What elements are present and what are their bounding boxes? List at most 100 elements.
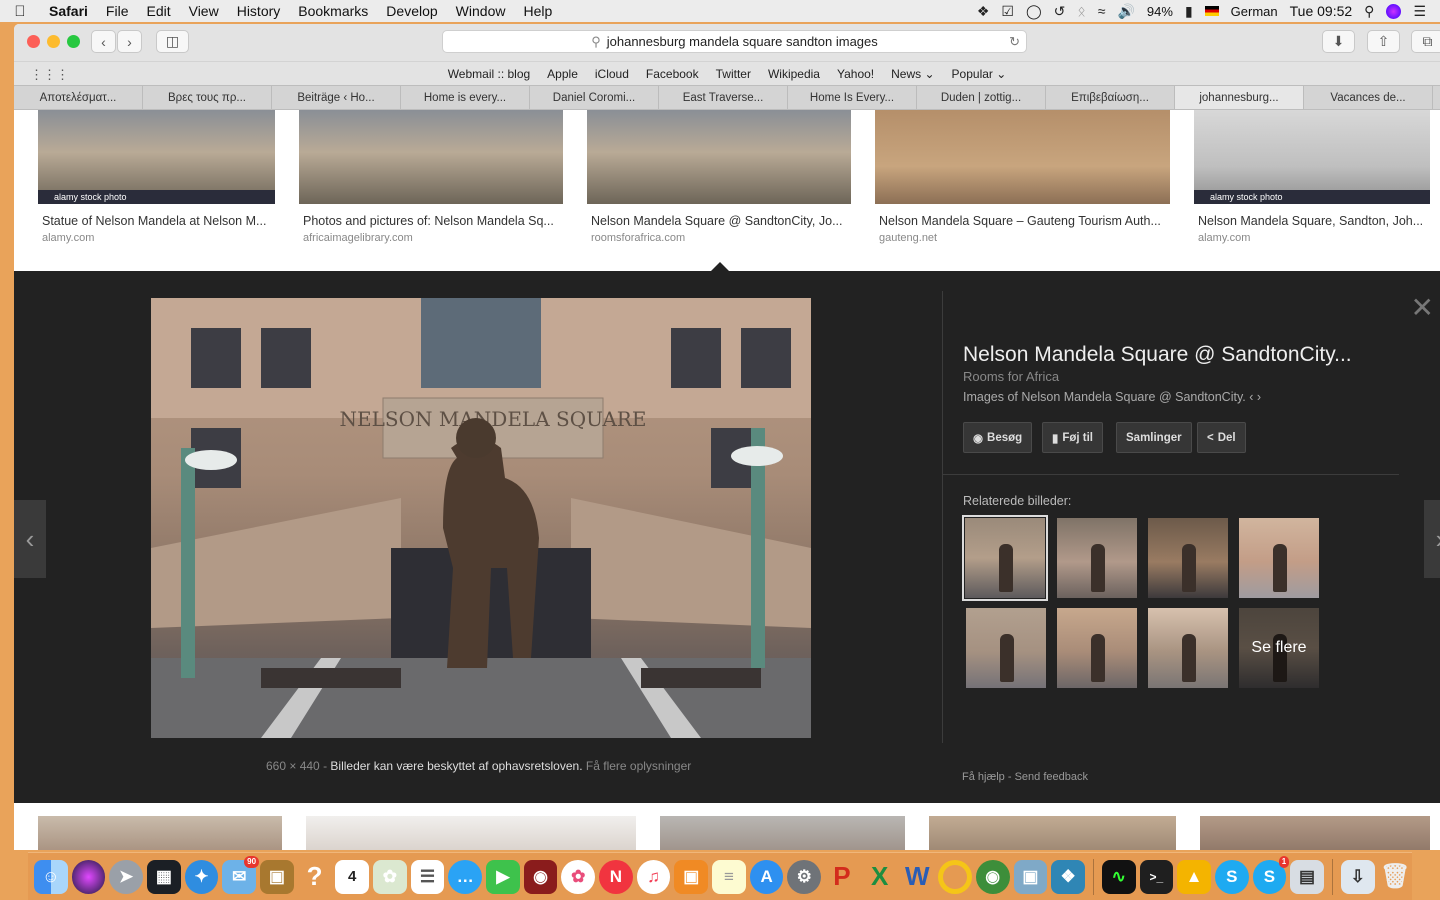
messages-icon[interactable]: … <box>448 859 483 894</box>
related-image-thumbnail[interactable] <box>966 608 1046 688</box>
favorite-twitter[interactable]: Twitter <box>716 67 751 81</box>
zoom-window-icon[interactable] <box>67 35 80 48</box>
collections-button[interactable]: Samlinger <box>1116 422 1192 453</box>
trash-icon[interactable]: 🗑 <box>1379 860 1413 894</box>
back-button[interactable]: ‹ <box>91 30 116 53</box>
detail-site-name[interactable]: Rooms for Africa <box>963 369 1059 384</box>
photos-preview-icon[interactable]: ✿ <box>373 859 407 894</box>
previous-image-button[interactable]: ‹ <box>14 500 46 578</box>
safari-dock-icon[interactable]: ✦ <box>184 859 219 894</box>
siri-icon[interactable] <box>1386 3 1402 19</box>
spotlight-search-icon[interactable]: ⚲ <box>1364 3 1374 20</box>
main-preview-image[interactable]: NELSON MANDELA SQUARE <box>151 298 811 738</box>
result-caption[interactable]: Statue of Nelson Mandela at Nelson M... <box>42 214 266 228</box>
result-caption[interactable]: Nelson Mandela Square – Gauteng Tourism … <box>879 214 1161 228</box>
tab-3[interactable]: Beiträge ‹ Ho... <box>272 86 401 109</box>
sidebar-toggle-button[interactable]: ◫ <box>156 30 189 53</box>
help-link[interactable]: Få hjælp <box>962 771 1005 783</box>
result-source[interactable]: gauteng.net <box>879 232 937 244</box>
close-window-icon[interactable] <box>27 35 40 48</box>
menu-view[interactable]: View <box>180 3 228 19</box>
result-source[interactable]: roomsforafrica.com <box>591 232 685 244</box>
cloud-icon[interactable]: ◯ <box>1026 3 1042 20</box>
tab-7[interactable]: Home Is Every... <box>788 86 917 109</box>
related-image-thumbnail[interactable] <box>1057 608 1137 688</box>
feedback-link[interactable]: Send feedback <box>1015 771 1088 783</box>
scanner-icon[interactable]: ▤ <box>1290 859 1324 894</box>
help-question-icon[interactable]: ? <box>298 860 332 894</box>
apple-menu-icon[interactable]:  <box>0 3 40 20</box>
next-image-button[interactable]: › <box>1424 500 1440 578</box>
menu-app-name[interactable]: Safari <box>40 3 97 19</box>
result-source[interactable]: alamy.com <box>42 232 94 244</box>
see-more-thumbnail[interactable]: Se flere <box>1239 608 1319 688</box>
notes-icon[interactable]: ≡ <box>712 859 746 894</box>
battery-icon[interactable]: ▮ <box>1185 3 1193 20</box>
related-image-thumbnail[interactable] <box>1057 518 1137 598</box>
books-icon[interactable]: ▣ <box>674 859 709 894</box>
calendar-icon[interactable]: 4 <box>335 859 370 894</box>
music-icon[interactable]: ♫ <box>636 859 671 894</box>
favorite-yahoo[interactable]: Yahoo! <box>837 67 874 81</box>
tab-4[interactable]: Home is every... <box>401 86 530 109</box>
menu-bookmarks[interactable]: Bookmarks <box>289 3 377 19</box>
mission-control-icon[interactable]: ▦ <box>147 859 181 894</box>
result-source[interactable]: alamy.com <box>1198 232 1250 244</box>
input-language[interactable]: German <box>1231 4 1278 19</box>
cluster-app-icon[interactable]: ❖ <box>1051 859 1085 894</box>
tab-1[interactable]: Αποτελέσματ... <box>14 86 143 109</box>
clock[interactable]: Tue 09:52 <box>1290 3 1353 19</box>
related-image-thumbnail[interactable] <box>1148 518 1228 598</box>
tab-9[interactable]: Επιβεβαίωση... <box>1046 86 1175 109</box>
menu-edit[interactable]: Edit <box>137 3 179 19</box>
siri-dock-icon[interactable] <box>71 859 106 894</box>
related-image-thumbnail[interactable] <box>962 515 1048 601</box>
reminders-icon[interactable]: ☰ <box>410 859 445 894</box>
result-image[interactable] <box>38 816 282 850</box>
result-image[interactable] <box>1200 816 1430 850</box>
share-image-button[interactable]: < Del <box>1197 422 1246 453</box>
related-image-thumbnail[interactable] <box>1239 518 1319 598</box>
ring-app-icon[interactable] <box>938 859 972 894</box>
tab-5[interactable]: Daniel Coromi... <box>530 86 659 109</box>
skype-icon[interactable]: S <box>1214 859 1249 894</box>
word-icon[interactable]: W <box>900 860 934 894</box>
favorite-icloud[interactable]: iCloud <box>595 67 629 81</box>
news-icon[interactable]: N <box>599 859 633 894</box>
favorite-webmail[interactable]: Webmail :: blog <box>448 67 530 81</box>
time-machine-icon[interactable]: ↺ <box>1054 3 1066 20</box>
checkmark-icon[interactable]: ☑ <box>1001 3 1014 20</box>
favorite-news-menu[interactable]: News ⌄ <box>891 67 934 81</box>
mail-stamp-icon[interactable]: ✉ 90 <box>222 855 260 894</box>
result-image[interactable] <box>306 816 636 850</box>
bluetooth-icon[interactable]: ᛟ <box>1077 3 1085 19</box>
wifi-icon[interactable]: ≈ <box>1098 3 1106 19</box>
result-image-selected[interactable] <box>587 110 851 204</box>
tab-8[interactable]: Duden | zottig... <box>917 86 1046 109</box>
save-button[interactable]: ▮ Føj til <box>1042 422 1104 453</box>
result-image[interactable] <box>660 816 905 850</box>
result-image[interactable]: alamy stock photo <box>38 110 275 204</box>
detail-title[interactable]: Nelson Mandela Square @ SandtonCity... <box>963 343 1352 367</box>
result-image[interactable] <box>299 110 563 204</box>
dropbox-icon[interactable]: ❖ <box>977 3 990 20</box>
reload-icon[interactable]: ↻ <box>1009 34 1020 50</box>
launchpad-icon[interactable]: ➤ <box>109 859 144 894</box>
tab-2[interactable]: Βρες τους πρ... <box>143 86 272 109</box>
warning-app-icon[interactable]: ▲ <box>1177 859 1211 894</box>
image-capture-icon[interactable]: ▣ <box>1013 859 1048 894</box>
tab-10-active[interactable]: johannesburg... <box>1175 86 1304 109</box>
skype-business-icon[interactable]: S1 <box>1252 855 1290 894</box>
app-store-icon[interactable]: A <box>749 859 784 894</box>
menu-develop[interactable]: Develop <box>377 3 446 19</box>
battery-percent[interactable]: 94% <box>1147 4 1173 19</box>
activity-monitor-icon[interactable]: ∿ <box>1101 859 1136 894</box>
favorite-apple[interactable]: Apple <box>547 67 578 81</box>
notification-center-icon[interactable]: ☰ <box>1413 3 1426 20</box>
photos-icon[interactable]: ✿ <box>561 859 596 894</box>
result-image[interactable] <box>875 110 1170 204</box>
menu-window[interactable]: Window <box>447 3 515 19</box>
result-image[interactable] <box>929 816 1176 850</box>
forward-button[interactable]: › <box>117 30 142 53</box>
tab-6[interactable]: East Traverse... <box>659 86 788 109</box>
